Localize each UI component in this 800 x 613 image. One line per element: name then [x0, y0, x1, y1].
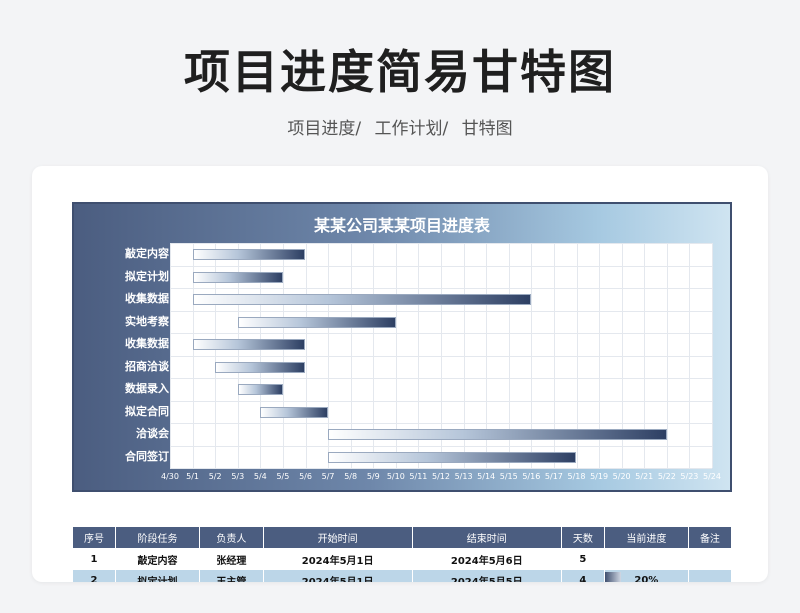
plot-area: [170, 243, 713, 469]
gantt-bar: [260, 406, 329, 418]
progress-text: 20%: [634, 574, 659, 583]
category-label: 敲定内容: [125, 247, 169, 261]
table-header-cell: 负责人: [199, 526, 264, 549]
gridline: [170, 400, 712, 402]
content-card: 某某公司某某项目进度表 敲定内容 拟定计划 收集数据 实地考察 收集数据 招商洽谈 数据录入…: [32, 166, 768, 582]
gantt-bar: [192, 339, 306, 351]
gantt-bar: [192, 294, 532, 306]
table-header-cell: 阶段任务: [115, 526, 201, 549]
table-header-row: 序号 阶段任务 负责人 开始时间 结束时间 天数 当前进度 备注: [71, 526, 733, 549]
table-cell: 5: [560, 548, 605, 570]
table-cell: 王主管: [199, 569, 264, 582]
page-title: 项目进度简易甘特图: [184, 45, 616, 99]
gantt-bar: [237, 316, 396, 328]
gantt-bar: [328, 451, 577, 463]
category-label: 拟定计划: [125, 269, 169, 283]
gantt-chart: 某某公司某某项目进度表 敲定内容 拟定计划 收集数据 实地考察 收集数据 招商洽谈 数据录入…: [72, 202, 732, 492]
category-label: 实地考察: [125, 314, 169, 328]
gantt-bar: [192, 271, 283, 283]
category-label: 数据录入: [125, 382, 169, 396]
gridline: [170, 265, 712, 267]
table-cell: 2024年5月6日: [411, 548, 562, 570]
gridline: [170, 378, 712, 379]
breadcrumb: 项目进度/ 工作计划/ 甘特图: [0, 114, 800, 139]
progress-fill: [604, 572, 622, 582]
gridline: [170, 445, 712, 447]
gridline: [170, 355, 712, 357]
gridline: [170, 310, 712, 312]
breadcrumb-item-plan[interactable]: 工作计划/: [375, 119, 449, 139]
gantt-bar: [328, 429, 667, 441]
gridline: [170, 468, 712, 469]
gantt-bar: [237, 384, 283, 396]
gridline: [712, 243, 713, 468]
gridline: [170, 243, 712, 244]
breadcrumb-item-gantt[interactable]: 甘特图: [462, 119, 513, 139]
table-cell: 敲定内容: [115, 548, 201, 570]
gantt-bar: [192, 249, 306, 261]
table-header-cell: 结束时间: [411, 526, 562, 549]
table-header-cell: 开始时间: [262, 526, 413, 549]
category-label: 收集数据: [125, 292, 169, 306]
table-header-cell: 备注: [687, 526, 733, 549]
category-label: 合同签订: [125, 449, 169, 463]
category-label: 拟定合同: [125, 404, 169, 418]
table-cell: 张经理: [199, 548, 264, 570]
table-cell: 2: [71, 569, 117, 582]
chart-title: 某某公司某某项目进度表: [313, 216, 490, 235]
x-tick-label: 5/24: [703, 472, 721, 481]
table-body: 1 敲定内容 张经理 2024年5月1日 2024年5月6日 5 2 拟定计划 王主管 2024年…: [71, 548, 733, 583]
table-cell: [687, 548, 733, 570]
table-cell: 4: [560, 569, 605, 582]
table-header-cell: 当前进度: [603, 526, 689, 549]
gridline: [170, 288, 712, 289]
table-row[interactable]: 2 拟定计划 王主管 2024年5月1日 2024年5月5日 4 20%: [71, 569, 733, 583]
table-cell: 2024年5月1日: [262, 569, 413, 582]
table-cell: 2024年5月1日: [262, 548, 413, 570]
table-cell: 拟定计划: [115, 569, 201, 582]
table-cell: 1: [71, 548, 117, 570]
category-label: 收集数据: [125, 337, 169, 351]
category-label: 招商洽谈: [125, 359, 169, 373]
table-cell: 20%: [603, 569, 689, 583]
table-header-cell: 序号: [71, 526, 117, 549]
category-label: 洽谈会: [136, 427, 169, 441]
gantt-bar: [215, 361, 306, 373]
table-cell: 2024年5月5日: [411, 569, 562, 582]
table-header-cell: 天数: [560, 526, 605, 549]
table-cell: [603, 548, 689, 570]
table-row[interactable]: 1 敲定内容 张经理 2024年5月1日 2024年5月6日 5: [71, 548, 733, 570]
table-cell: [687, 569, 733, 582]
gridline: [170, 333, 712, 334]
schedule-table: 序号 阶段任务 负责人 开始时间 结束时间 天数 当前进度 备注 1 敲定内容 张经理 2024年5…: [71, 526, 733, 583]
breadcrumb-item-project[interactable]: 项目进度/: [287, 119, 361, 139]
gridline: [170, 423, 712, 424]
